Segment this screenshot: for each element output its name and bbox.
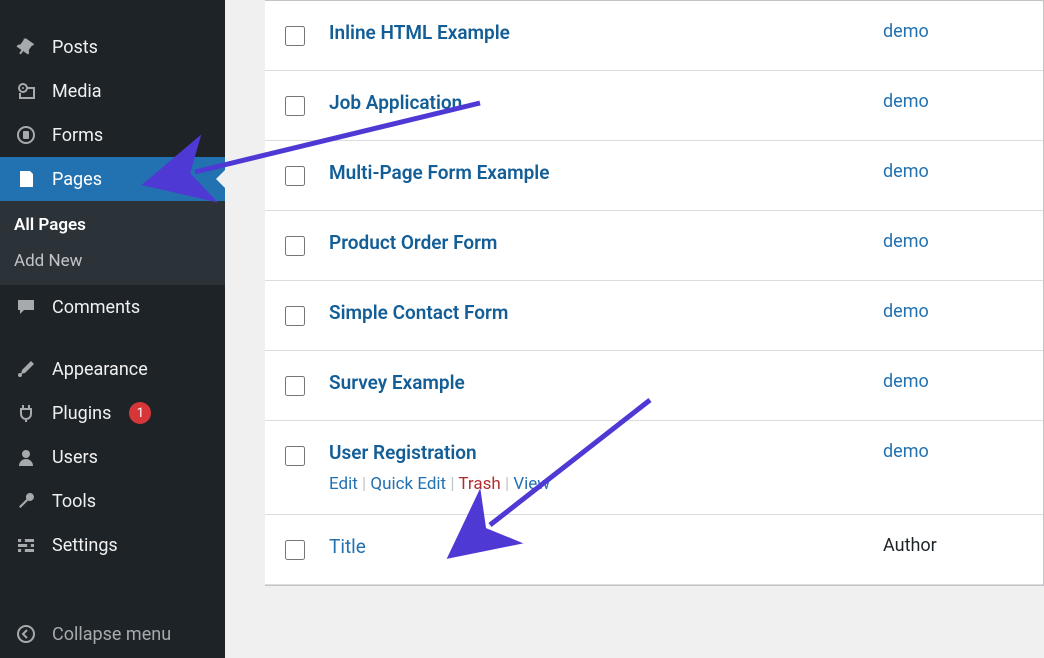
plug-icon <box>14 401 38 425</box>
pin-icon <box>14 35 38 59</box>
nav-plugins[interactable]: Plugins 1 <box>0 391 225 435</box>
table-row: User Registration Edit | Quick Edit | Tr… <box>265 421 1043 514</box>
page-title-link[interactable]: Simple Contact Form <box>329 301 508 324</box>
nav-users[interactable]: Users <box>0 435 225 479</box>
pages-table: Inline HTML Example demo Job Application… <box>265 0 1044 586</box>
page-author-link[interactable]: demo <box>883 161 929 182</box>
page-icon <box>14 167 38 191</box>
page-author-link[interactable]: demo <box>883 441 929 462</box>
nav-label: Appearance <box>52 359 148 380</box>
nav-pages[interactable]: Pages <box>0 157 225 201</box>
nav-appearance[interactable]: Appearance <box>0 347 225 391</box>
page-title-link[interactable]: User Registration <box>329 441 477 464</box>
collapse-icon <box>14 622 38 646</box>
table-row: Inline HTML Example demo <box>265 1 1043 71</box>
nav-tools[interactable]: Tools <box>0 479 225 523</box>
page-title-link[interactable]: Multi-Page Form Example <box>329 161 549 184</box>
table-row: Simple Contact Form demo <box>265 281 1043 351</box>
column-title[interactable]: Title <box>329 535 366 558</box>
table-row: Job Application demo <box>265 71 1043 141</box>
nav-label: Users <box>52 447 98 468</box>
view-link[interactable]: View <box>513 474 550 494</box>
row-checkbox[interactable] <box>285 166 305 186</box>
nav-label: Forms <box>52 125 103 146</box>
plugin-update-badge: 1 <box>129 402 151 424</box>
table-footer-header: Title Author <box>265 514 1043 585</box>
user-icon <box>14 445 38 469</box>
row-checkbox[interactable] <box>285 306 305 326</box>
row-checkbox[interactable] <box>285 446 305 466</box>
nav-pages-submenu: All Pages Add New <box>0 201 225 285</box>
subnav-add-new[interactable]: Add New <box>0 243 225 279</box>
collapse-menu[interactable]: Collapse menu <box>0 610 225 658</box>
pages-list: Inline HTML Example demo Job Application… <box>225 0 1044 658</box>
subnav-all-pages[interactable]: All Pages <box>0 207 225 243</box>
admin-sidebar: Posts Media Forms Pages All Pages Add Ne… <box>0 0 225 658</box>
nav-forms[interactable]: Forms <box>0 113 225 157</box>
row-checkbox[interactable] <box>285 236 305 256</box>
nav-label: Posts <box>52 37 98 58</box>
wrench-icon <box>14 489 38 513</box>
brush-icon <box>14 357 38 381</box>
page-author-link[interactable]: demo <box>883 231 929 252</box>
page-title-link[interactable]: Inline HTML Example <box>329 21 510 44</box>
nav-settings[interactable]: Settings <box>0 523 225 567</box>
comment-icon <box>14 295 38 319</box>
row-checkbox[interactable] <box>285 26 305 46</box>
page-title-link[interactable]: Job Application <box>329 91 462 114</box>
table-row: Product Order Form demo <box>265 211 1043 281</box>
forms-icon <box>14 123 38 147</box>
quick-edit-link[interactable]: Quick Edit <box>370 474 446 494</box>
collapse-label: Collapse menu <box>52 624 171 645</box>
edit-link[interactable]: Edit <box>329 474 358 494</box>
nav-label: Plugins <box>52 403 111 424</box>
row-checkbox[interactable] <box>285 376 305 396</box>
page-author-link[interactable]: demo <box>883 91 929 112</box>
nav-label: Comments <box>52 297 140 318</box>
trash-link[interactable]: Trash <box>458 474 500 494</box>
page-author-link[interactable]: demo <box>883 371 929 392</box>
nav-comments[interactable]: Comments <box>0 285 225 329</box>
page-author-link[interactable]: demo <box>883 301 929 322</box>
page-title-link[interactable]: Product Order Form <box>329 231 497 254</box>
settings-icon <box>14 533 38 557</box>
select-all-checkbox[interactable] <box>285 540 305 560</box>
page-author-link[interactable]: demo <box>883 21 929 42</box>
table-row: Survey Example demo <box>265 351 1043 421</box>
media-icon <box>14 79 38 103</box>
page-title-link[interactable]: Survey Example <box>329 371 465 394</box>
row-checkbox[interactable] <box>285 96 305 116</box>
nav-media[interactable]: Media <box>0 69 225 113</box>
nav-label: Pages <box>52 169 102 190</box>
nav-posts[interactable]: Posts <box>0 25 225 69</box>
nav-label: Tools <box>52 491 96 512</box>
row-actions: Edit | Quick Edit | Trash | View <box>329 474 883 494</box>
column-author: Author <box>883 535 1023 556</box>
nav-label: Settings <box>52 535 118 556</box>
nav-label: Media <box>52 81 102 102</box>
table-row: Multi-Page Form Example demo <box>265 141 1043 211</box>
